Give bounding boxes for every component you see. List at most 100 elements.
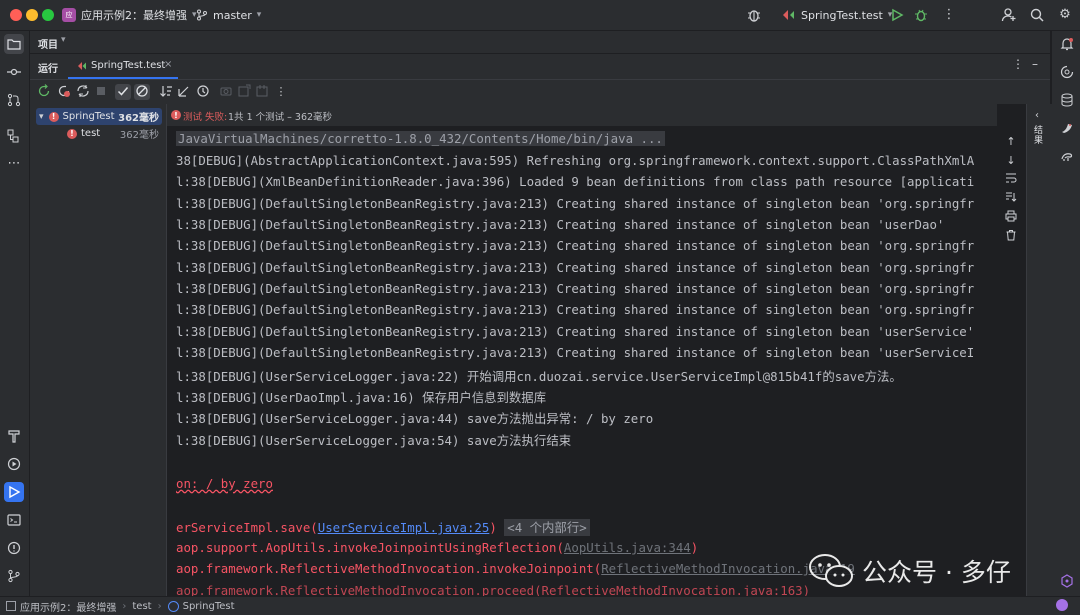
- ai-status-icon[interactable]: [1056, 599, 1068, 611]
- add-user-icon[interactable]: [1001, 7, 1017, 23]
- test-failed-icon: !: [67, 128, 77, 139]
- stack-frame-4: aop.framework.ReflectiveMethodInvocation…: [176, 583, 811, 596]
- breadcrumb-project[interactable]: 应用示例2：最终增强: [20, 599, 116, 614]
- terminal-icon[interactable]: [4, 510, 24, 530]
- branch-icon: [197, 9, 207, 21]
- soft-wrap-icon[interactable]: [1003, 172, 1019, 188]
- project-selector[interactable]: 应 应用示例2：最终增强 ▾: [62, 6, 197, 24]
- test-failed-icon: !: [48, 111, 59, 122]
- test-failed-icon: !: [171, 110, 181, 120]
- module-square-icon: [6, 601, 16, 611]
- services-icon[interactable]: [4, 454, 24, 474]
- collapsed-results-panel[interactable]: ‹ 结果: [1026, 104, 1052, 596]
- maximize-window-button[interactable]: [42, 9, 54, 21]
- exception-line: on: / by zero: [176, 476, 273, 491]
- test-suite-name: SpringTest: [62, 111, 115, 122]
- project-folder-icon[interactable]: [4, 34, 24, 54]
- run-configuration-selector[interactable]: SpringTest.test ▾: [782, 6, 892, 24]
- sort-alphabetically-icon[interactable]: [158, 84, 174, 100]
- down-arrow-icon[interactable]: ↓: [1003, 153, 1019, 169]
- tree-item-springtest[interactable]: ▾ ! SpringTest 362毫秒: [39, 108, 161, 125]
- show-ignored-icon[interactable]: [134, 84, 150, 100]
- show-passed-icon[interactable]: [115, 84, 131, 100]
- commit-icon[interactable]: [4, 62, 24, 82]
- toggle-auto-test-icon[interactable]: [75, 84, 91, 100]
- run-panel-label: 运行: [38, 64, 58, 75]
- test-config-icon: [783, 10, 794, 20]
- structure-icon[interactable]: [4, 126, 24, 146]
- test-method-name: test: [81, 128, 101, 139]
- close-window-button[interactable]: [10, 9, 22, 21]
- internal-lines-badge[interactable]: <4 个内部行>: [504, 519, 590, 536]
- test-history-icon[interactable]: [195, 84, 211, 100]
- right-tool-strip: [1051, 31, 1080, 596]
- project-badge-icon: 应: [62, 8, 76, 22]
- print-icon[interactable]: [1003, 210, 1019, 226]
- console-command-line: JavaVirtualMachines/corretto-1.8.0_432/C…: [176, 131, 665, 146]
- pull-request-icon[interactable]: [4, 90, 24, 110]
- up-arrow-icon[interactable]: ↑: [1003, 134, 1019, 150]
- exception-text: on: / by zero: [176, 476, 273, 491]
- export-results-icon[interactable]: [218, 84, 234, 100]
- debug-icon[interactable]: [913, 7, 929, 23]
- run-config-name: SpringTest.test: [801, 8, 883, 22]
- import-results-icon[interactable]: [236, 84, 252, 100]
- tab-springtest[interactable]: SpringTest.test ×: [68, 54, 178, 79]
- title-bar: 应 应用示例2：最终增强 ▾ master ▾ SpringTest.test …: [0, 0, 1080, 31]
- minimize-window-button[interactable]: [26, 9, 38, 21]
- left-tool-strip: ⋯: [0, 31, 30, 596]
- more-vertical-icon[interactable]: ⋮: [941, 7, 957, 23]
- ai-assistant-icon[interactable]: [1057, 62, 1077, 82]
- tree-item-test[interactable]: ! test 362毫秒: [67, 125, 161, 142]
- problems-icon[interactable]: [4, 538, 24, 558]
- wechat-icon: [809, 554, 853, 587]
- source-link[interactable]: AopUtils.java:344: [564, 540, 691, 555]
- git-icon[interactable]: [4, 566, 24, 586]
- breadcrumb-class[interactable]: SpringTest: [183, 601, 235, 612]
- more-vertical-icon[interactable]: ⋮: [273, 84, 289, 100]
- database-icon[interactable]: [1057, 90, 1077, 110]
- trash-icon[interactable]: [1003, 229, 1019, 245]
- project-panel-label[interactable]: 项目: [38, 36, 58, 51]
- rerun-failed-icon[interactable]: [56, 84, 72, 100]
- settings-gear-icon[interactable]: ⚙: [1057, 7, 1073, 23]
- plugin-icon[interactable]: [1057, 571, 1077, 591]
- breadcrumb-folder[interactable]: test: [132, 601, 151, 612]
- notifications-bell-icon[interactable]: [1057, 34, 1077, 54]
- log-line: l:38[DEBUG](DefaultSingletonBeanRegistry…: [176, 281, 975, 297]
- more-horizontal-icon[interactable]: ⋯: [4, 154, 24, 174]
- watermark: 公众号 · 多仔: [808, 552, 1011, 590]
- run-icon[interactable]: [889, 7, 905, 23]
- search-icon[interactable]: [1029, 7, 1045, 23]
- pin-tab-icon[interactable]: [254, 84, 270, 100]
- maven-icon[interactable]: [1057, 118, 1077, 138]
- console-output[interactable]: JavaVirtualMachines/corretto-1.8.0_432/C…: [167, 128, 998, 596]
- run-toolbar: ⋮: [30, 80, 1050, 104]
- chevron-down-icon[interactable]: ▾: [39, 112, 44, 122]
- minimize-panel-icon[interactable]: –: [1032, 57, 1038, 71]
- test-failed-icon: [78, 62, 86, 70]
- class-icon: [167, 600, 179, 612]
- debug-bug-icon[interactable]: [746, 7, 762, 23]
- sort-by-duration-icon[interactable]: [176, 84, 192, 100]
- log-line: l:38[DEBUG](UserServiceLogger.java:22) 开…: [176, 368, 902, 384]
- stack-frame-text: ): [690, 540, 699, 555]
- log-line: l:38[DEBUG](DefaultSingletonBeanRegistry…: [176, 259, 975, 275]
- more-vertical-icon[interactable]: ⋮: [1012, 57, 1024, 71]
- test-suite-time: 362毫秒: [118, 113, 159, 124]
- build-hammer-icon[interactable]: [4, 426, 24, 446]
- status-bar: 应用示例2：最终增强 › test › SpringTest: [0, 596, 1080, 615]
- close-tab-icon[interactable]: ×: [164, 59, 172, 70]
- chevron-left-icon[interactable]: ‹: [1035, 110, 1039, 121]
- stop-icon[interactable]: [93, 84, 109, 100]
- chevron-down-icon[interactable]: ▾: [61, 35, 66, 45]
- gradle-icon[interactable]: [1057, 146, 1077, 166]
- rerun-icon[interactable]: [36, 84, 52, 100]
- results-panel-label: 结果: [1034, 126, 1044, 146]
- tab-label: SpringTest.test: [91, 60, 166, 71]
- scroll-to-end-icon[interactable]: [1003, 191, 1019, 207]
- log-line: l:38[DEBUG](DefaultSingletonBeanRegistry…: [176, 323, 975, 339]
- branch-selector[interactable]: master ▾: [196, 6, 261, 24]
- run-tool-window-icon[interactable]: [4, 482, 24, 502]
- source-link[interactable]: UserServiceImpl.java:25: [318, 520, 490, 535]
